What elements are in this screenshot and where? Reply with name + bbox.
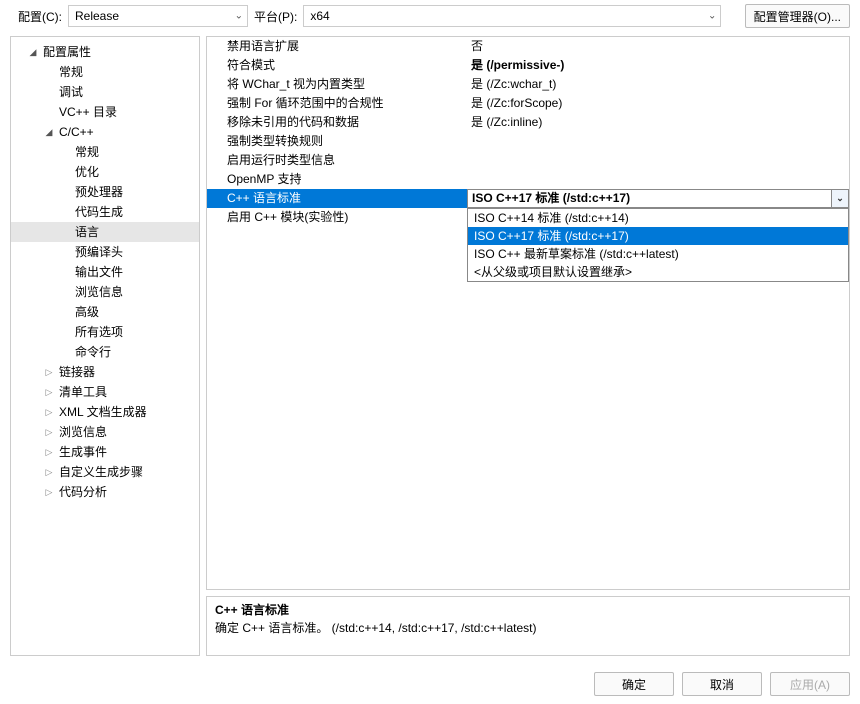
prop-value: 是 (/Zc:wchar_t) bbox=[467, 75, 849, 94]
tree-node-build-events[interactable]: ▷生成事件 bbox=[11, 442, 199, 462]
prop-value bbox=[467, 170, 849, 189]
tree-node-ccpp-optimize[interactable]: 优化 bbox=[11, 162, 199, 182]
prop-row[interactable]: 启用运行时类型信息 bbox=[207, 151, 849, 170]
ok-button[interactable]: 确定 bbox=[594, 672, 674, 696]
prop-value bbox=[467, 132, 849, 151]
apply-button[interactable]: 应用(A) bbox=[770, 672, 850, 696]
prop-value: 否 bbox=[467, 37, 849, 56]
tree-node-custom-build[interactable]: ▷自定义生成步骤 bbox=[11, 462, 199, 482]
tree-node-manifest[interactable]: ▷清单工具 bbox=[11, 382, 199, 402]
collapse-icon: ▷ bbox=[43, 482, 55, 502]
tree-pane: ◢ 配置属性 常规 调试 VC++ 目录 ◢ C/C++ 常规 优化 bbox=[10, 36, 200, 656]
collapse-icon: ▷ bbox=[43, 442, 55, 462]
expand-icon: ◢ bbox=[43, 122, 55, 142]
dropdown-option[interactable]: ISO C++14 标准 (/std:c++14) bbox=[468, 209, 848, 227]
tree-node-xmldoc[interactable]: ▷XML 文档生成器 bbox=[11, 402, 199, 422]
desc-text: 确定 C++ 语言标准。 (/std:c++14, /std:c++17, /s… bbox=[215, 619, 841, 637]
cpp-std-dropdown-list: ISO C++14 标准 (/std:c++14)ISO C++17 标准 (/… bbox=[467, 208, 849, 282]
desc-title: C++ 语言标准 bbox=[215, 601, 841, 619]
prop-key: 强制 For 循环范围中的合规性 bbox=[207, 94, 467, 113]
collapse-icon: ▷ bbox=[43, 422, 55, 442]
collapse-icon: ▷ bbox=[43, 382, 55, 402]
dropdown-option[interactable]: ISO C++17 标准 (/std:c++17) bbox=[468, 227, 848, 245]
chevron-down-icon[interactable]: ⌄ bbox=[831, 190, 848, 207]
prop-key: 符合模式 bbox=[207, 56, 467, 75]
config-label: 配置(C): bbox=[18, 8, 62, 25]
cancel-button[interactable]: 取消 bbox=[682, 672, 762, 696]
dropdown-option[interactable]: ISO C++ 最新草案标准 (/std:c++latest) bbox=[468, 245, 848, 263]
tree-node-ccpp-language[interactable]: 语言 bbox=[11, 222, 199, 242]
prop-key: 将 WChar_t 视为内置类型 bbox=[207, 75, 467, 94]
prop-value: 是 (/Zc:inline) bbox=[467, 113, 849, 132]
top-bar: 配置(C): Release ⌄ 平台(P): x64 ⌄ 配置管理器(O)..… bbox=[0, 0, 860, 36]
prop-row[interactable]: 符合模式是 (/permissive-) bbox=[207, 56, 849, 75]
collapse-icon: ▷ bbox=[43, 462, 55, 482]
tree-node-ccpp-output[interactable]: 输出文件 bbox=[11, 262, 199, 282]
config-value: Release bbox=[75, 9, 119, 23]
prop-row[interactable]: C++ 语言标准ISO C++17 标准 (/std:c++17)⌄ bbox=[207, 189, 849, 208]
tree-node-ccpp-preproc[interactable]: 预处理器 bbox=[11, 182, 199, 202]
tree-node-browse[interactable]: ▷浏览信息 bbox=[11, 422, 199, 442]
dropdown-option[interactable]: <从父级或项目默认设置继承> bbox=[468, 263, 848, 281]
tree-node-code-analysis[interactable]: ▷代码分析 bbox=[11, 482, 199, 502]
prop-value: 是 (/Zc:forScope) bbox=[467, 94, 849, 113]
chevron-down-icon: ⌄ bbox=[235, 11, 243, 22]
config-manager-button[interactable]: 配置管理器(O)... bbox=[745, 4, 850, 28]
platform-value: x64 bbox=[310, 9, 329, 23]
prop-key: C++ 语言标准 bbox=[207, 189, 467, 208]
platform-label: 平台(P): bbox=[254, 8, 297, 25]
tree-node-ccpp-advanced[interactable]: 高级 bbox=[11, 302, 199, 322]
prop-value[interactable]: ISO C++17 标准 (/std:c++17)⌄ bbox=[467, 189, 849, 208]
expand-icon: ◢ bbox=[27, 42, 39, 62]
prop-row[interactable]: 禁用语言扩展否 bbox=[207, 37, 849, 56]
tree-node-ccpp-alloptions[interactable]: 所有选项 bbox=[11, 322, 199, 342]
tree-node-general[interactable]: 常规 bbox=[11, 62, 199, 82]
tree-node-ccpp-browseinfo[interactable]: 浏览信息 bbox=[11, 282, 199, 302]
collapse-icon: ▷ bbox=[43, 402, 55, 422]
prop-key: 禁用语言扩展 bbox=[207, 37, 467, 56]
prop-row[interactable]: OpenMP 支持 bbox=[207, 170, 849, 189]
main-area: ◢ 配置属性 常规 调试 VC++ 目录 ◢ C/C++ 常规 优化 bbox=[0, 36, 860, 656]
prop-row[interactable]: 将 WChar_t 视为内置类型是 (/Zc:wchar_t) bbox=[207, 75, 849, 94]
prop-row[interactable]: 强制 For 循环范围中的合规性是 (/Zc:forScope) bbox=[207, 94, 849, 113]
property-grid: 禁用语言扩展否符合模式是 (/permissive-)将 WChar_t 视为内… bbox=[206, 36, 850, 590]
collapse-icon: ▷ bbox=[43, 362, 55, 382]
tree-node-debug[interactable]: 调试 bbox=[11, 82, 199, 102]
config-combo[interactable]: Release ⌄ bbox=[68, 5, 248, 27]
prop-key: OpenMP 支持 bbox=[207, 170, 467, 189]
right-pane: 禁用语言扩展否符合模式是 (/permissive-)将 WChar_t 视为内… bbox=[206, 36, 850, 656]
prop-value: 是 (/permissive-) bbox=[467, 56, 849, 75]
platform-combo[interactable]: x64 ⌄ bbox=[303, 5, 721, 27]
prop-key: 启用 C++ 模块(实验性) bbox=[207, 208, 467, 227]
prop-row[interactable]: 移除未引用的代码和数据是 (/Zc:inline) bbox=[207, 113, 849, 132]
prop-row[interactable]: 强制类型转换规则 bbox=[207, 132, 849, 151]
prop-key: 强制类型转换规则 bbox=[207, 132, 467, 151]
tree-node-ccpp[interactable]: ◢ C/C++ bbox=[11, 122, 199, 142]
description-box: C++ 语言标准 确定 C++ 语言标准。 (/std:c++14, /std:… bbox=[206, 596, 850, 656]
tree-node-ccpp-codegen[interactable]: 代码生成 bbox=[11, 202, 199, 222]
chevron-down-icon: ⌄ bbox=[708, 11, 716, 22]
tree-node-ccpp-general[interactable]: 常规 bbox=[11, 142, 199, 162]
prop-key: 移除未引用的代码和数据 bbox=[207, 113, 467, 132]
tree-node-linker[interactable]: ▷链接器 bbox=[11, 362, 199, 382]
tree-node-vc-dirs[interactable]: VC++ 目录 bbox=[11, 102, 199, 122]
tree-node-ccpp-cmdline[interactable]: 命令行 bbox=[11, 342, 199, 362]
tree-node-ccpp-pch[interactable]: 预编译头 bbox=[11, 242, 199, 262]
prop-key: 启用运行时类型信息 bbox=[207, 151, 467, 170]
tree-node-config-props[interactable]: ◢ 配置属性 bbox=[11, 42, 199, 62]
config-tree: ◢ 配置属性 常规 调试 VC++ 目录 ◢ C/C++ 常规 优化 bbox=[11, 41, 199, 502]
prop-value bbox=[467, 151, 849, 170]
bottom-bar: 确定 取消 应用(A) bbox=[594, 672, 850, 696]
